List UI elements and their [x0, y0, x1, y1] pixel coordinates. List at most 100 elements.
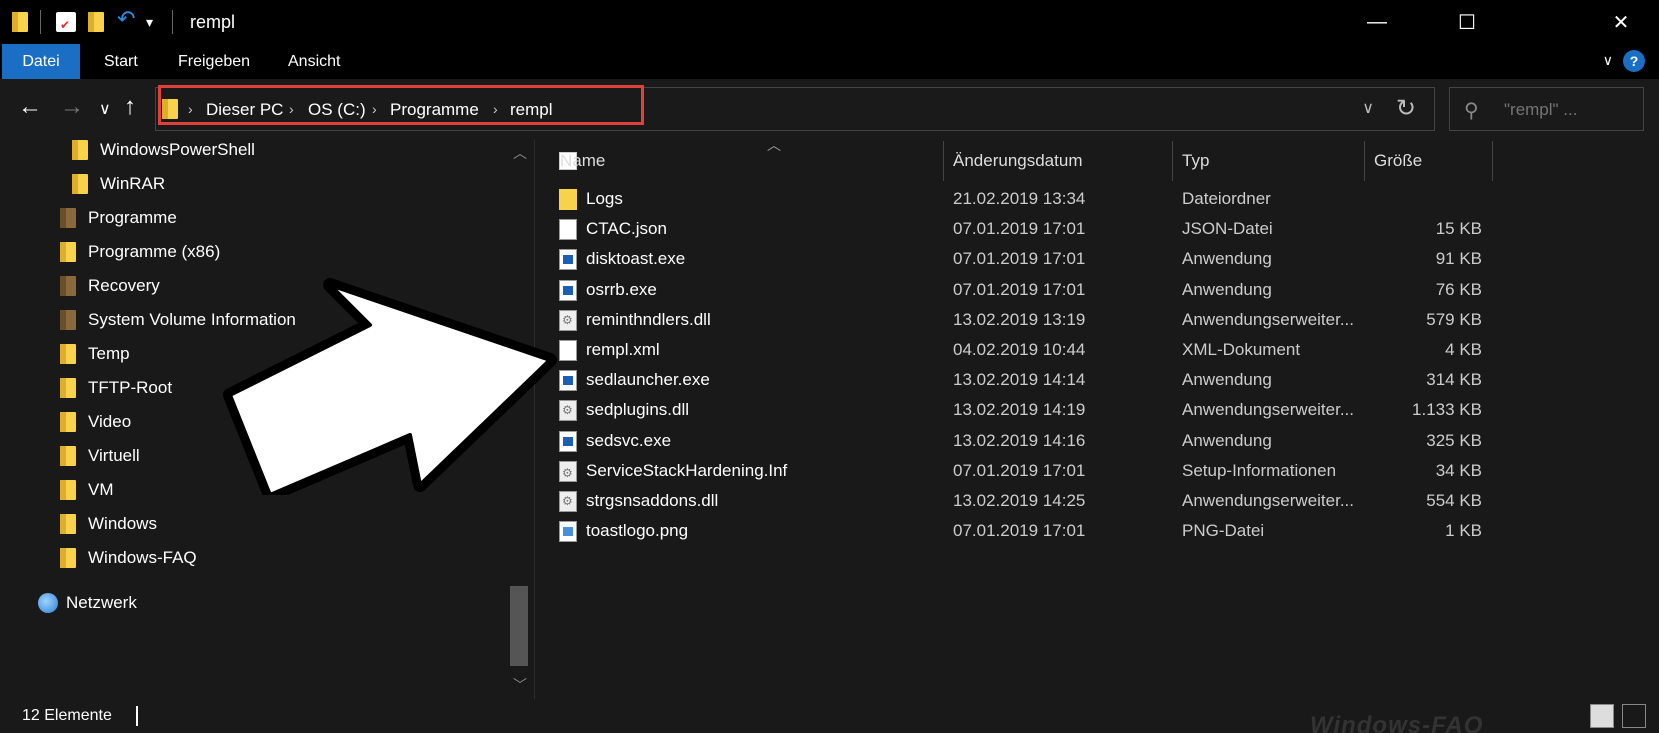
search-box[interactable]: ⚲: [1449, 87, 1644, 131]
tab-datei[interactable]: Datei: [2, 44, 80, 79]
file-type: Anwendung: [1182, 370, 1272, 390]
folder-icon: [12, 12, 32, 32]
table-row[interactable]: reminthndlers.dll 13.02.2019 13:19 Anwendu…: [535, 304, 1659, 336]
file-size: 325 KB: [1426, 430, 1482, 450]
nav-item-vm[interactable]: VM: [60, 475, 114, 505]
file-type: JSON-Datei: [1182, 219, 1273, 239]
nav-item-programme-x86[interactable]: Programme (x86): [60, 237, 220, 267]
scroll-down-icon[interactable]: ﹀: [513, 675, 527, 695]
table-row[interactable]: sedplugins.dll 13.02.2019 14:19 Anwendungs…: [535, 394, 1659, 426]
nav-item-label: Programme (x86): [88, 242, 221, 261]
nav-item-windowspowershell[interactable]: WindowsPowerShell: [72, 139, 255, 165]
back-button[interactable]: ←: [18, 93, 42, 121]
address-dropdown-icon[interactable]: ∨: [1362, 98, 1374, 118]
search-input[interactable]: [1504, 100, 1634, 120]
nav-item-label: Video: [88, 412, 132, 431]
scroll-up-icon[interactable]: ︿: [513, 143, 527, 163]
separator: [40, 10, 41, 34]
network-icon: [38, 593, 58, 613]
file-type: PNG-Datei: [1182, 521, 1265, 541]
column-name[interactable]: Name: [560, 151, 605, 171]
folder-icon: [60, 412, 76, 432]
table-row[interactable]: disktoast.exe 07.01.2019 17:01 Anwendung 91…: [535, 243, 1659, 275]
column-size[interactable]: Größe: [1374, 151, 1422, 171]
column-divider[interactable]: [1172, 141, 1173, 181]
ribbon-collapse-icon[interactable]: ∨: [1603, 52, 1613, 69]
column-date[interactable]: Änderungsdatum: [953, 151, 1082, 171]
properties-icon[interactable]: ✔: [56, 12, 76, 32]
nav-item-label: Programme: [88, 208, 177, 227]
up-button[interactable]: ↑: [124, 93, 136, 121]
table-row[interactable]: CTAC.json 07.01.2019 17:01 JSON-Datei 15 KB: [535, 213, 1659, 245]
table-row[interactable]: sedsvc.exe 13.02.2019 14:16 Anwendung 325 K…: [535, 425, 1659, 457]
nav-item-label: Virtuell: [88, 446, 140, 465]
table-row[interactable]: osrrb.exe 07.01.2019 17:01 Anwendung 76 KB: [535, 274, 1659, 306]
table-row[interactable]: rempl.xml 04.02.2019 10:44 XML-Dokument 4 K…: [535, 334, 1659, 366]
nav-item-netzwerk[interactable]: Netzwerk: [38, 588, 137, 618]
file-date: 07.01.2019 17:01: [953, 460, 1086, 480]
refresh-icon[interactable]: ↻: [1396, 94, 1416, 123]
folder-hidden-icon: [60, 310, 76, 330]
file-type: Setup-Informationen: [1182, 460, 1337, 480]
column-divider[interactable]: [943, 141, 944, 181]
nav-item-label: Recovery: [88, 276, 160, 295]
address-row: ← → ∨ ↑ › Dieser PC › OS (C:) › Programm…: [0, 79, 1659, 139]
forward-button[interactable]: →: [60, 93, 84, 121]
highlight-box: [158, 85, 644, 125]
item-count: 12 Elemente: [22, 707, 112, 724]
nav-item-video[interactable]: Video: [60, 407, 131, 437]
maximize-button[interactable]: ☐: [1438, 0, 1496, 44]
quick-access-dropdown-icon[interactable]: ▾: [146, 14, 166, 34]
scrollbar-thumb[interactable]: [510, 586, 528, 666]
file-date: 13.02.2019 14:19: [953, 400, 1086, 420]
table-row[interactable]: toastlogo.png 07.01.2019 17:01 PNG-Datei 1 …: [535, 515, 1659, 547]
new-folder-icon[interactable]: [88, 12, 108, 32]
column-type[interactable]: Typ: [1182, 151, 1209, 171]
nav-item-label: WinRAR: [100, 174, 166, 193]
undo-icon[interactable]: ↶: [117, 6, 137, 31]
nav-item-tftp-root[interactable]: TFTP-Root: [60, 373, 172, 403]
file-name: strgsnsaddons.dll: [586, 491, 719, 510]
nav-item-label: Temp: [88, 344, 130, 363]
recent-locations-button[interactable]: ∨: [99, 99, 111, 119]
nav-item-programme[interactable]: Programme: [60, 203, 177, 233]
tiles-view-button[interactable]: [1622, 704, 1646, 728]
file-size: 76 KB: [1435, 279, 1482, 299]
folder-icon: [60, 242, 76, 262]
details-view-button[interactable]: [1590, 704, 1614, 728]
nav-item-winrar[interactable]: WinRAR: [72, 169, 165, 199]
table-row[interactable]: Logs 21.02.2019 13:34 Dateiordner: [535, 183, 1659, 215]
tab-freigeben[interactable]: Freigeben: [160, 44, 268, 79]
tab-ansicht[interactable]: Ansicht: [270, 44, 358, 79]
nav-item-virtuell[interactable]: Virtuell: [60, 441, 140, 471]
sort-ascending-icon: ︿: [767, 139, 781, 153]
tab-start[interactable]: Start: [86, 44, 156, 79]
table-row[interactable]: ServiceStackHardening.Inf 07.01.2019 17:0…: [535, 455, 1659, 487]
nav-item-windows[interactable]: Windows: [60, 509, 157, 539]
table-row[interactable]: strgsnsaddons.dll 13.02.2019 14:25 Anwendu…: [535, 485, 1659, 517]
nav-item-temp[interactable]: Temp: [60, 339, 130, 369]
exe-file-icon: [559, 430, 577, 452]
folder-icon: [60, 446, 76, 466]
file-size: 1 KB: [1445, 521, 1482, 541]
nav-item-label: Netzwerk: [66, 593, 137, 612]
column-divider[interactable]: [1364, 141, 1365, 181]
file-date: 21.02.2019 13:34: [953, 189, 1086, 208]
column-divider[interactable]: [1492, 141, 1493, 181]
close-button[interactable]: ✕: [1592, 0, 1650, 44]
table-row[interactable]: sedlauncher.exe 13.02.2019 14:14 Anwendung…: [535, 364, 1659, 396]
file-size: 314 KB: [1426, 370, 1482, 390]
nav-item-windows-faq[interactable]: Windows-FAQ: [60, 543, 197, 573]
exe-file-icon: [559, 279, 577, 301]
file-type: Anwendung: [1182, 279, 1272, 299]
folder-hidden-icon: [60, 276, 76, 296]
minimize-button[interactable]: —: [1348, 0, 1406, 44]
nav-item-recovery[interactable]: Recovery: [60, 271, 160, 301]
dll-file-icon: [559, 309, 577, 331]
ribbon-tabs: Datei Start Freigeben Ansicht ∨ ?: [0, 44, 1659, 79]
dll-file-icon: [559, 491, 577, 512]
file-date: 07.01.2019 17:01: [953, 249, 1086, 269]
help-button[interactable]: ?: [1623, 50, 1645, 72]
inf-file-icon: [559, 460, 577, 482]
file-name: CTAC.json: [586, 219, 667, 239]
